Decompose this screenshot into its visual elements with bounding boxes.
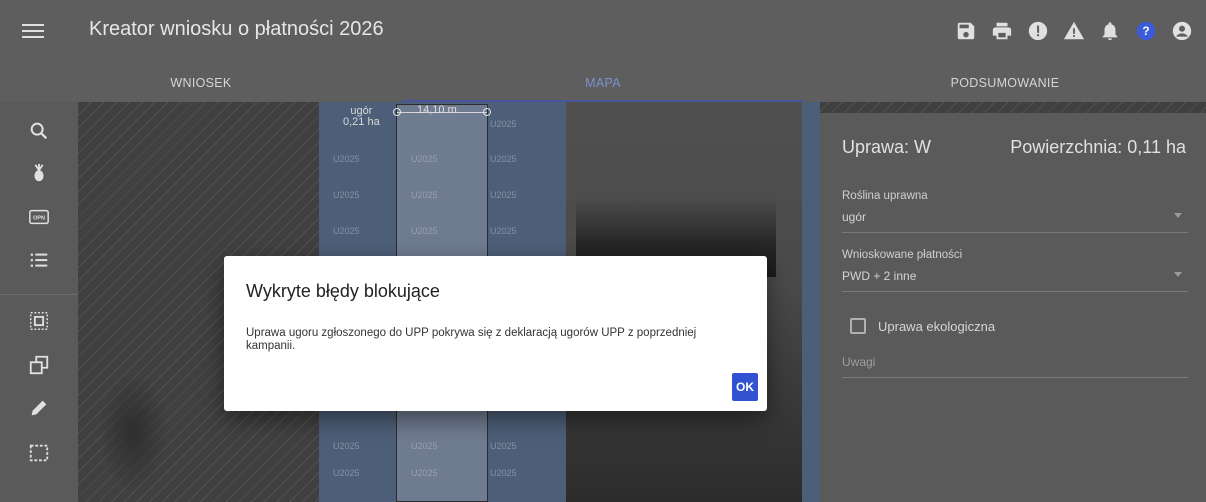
- copy-icon[interactable]: [27, 353, 51, 377]
- error-icon[interactable]: [1020, 18, 1056, 44]
- tab-wniosek[interactable]: WNIOSEK: [0, 62, 402, 102]
- dialog-title: Wykryte błędy blokujące: [246, 281, 440, 301]
- organic-checkbox-label: Uprawa ekologiczna: [878, 318, 996, 334]
- tab-podsumowanie[interactable]: PODSUMOWANIE: [804, 62, 1206, 102]
- ok-button[interactable]: OK: [732, 373, 758, 401]
- warning-icon[interactable]: [1056, 18, 1092, 44]
- chevron-down-icon: [1174, 213, 1182, 218]
- parcel-area-label: 0,21 ha: [343, 116, 380, 128]
- measure-line: 14,10 m: [393, 104, 491, 116]
- main-tabs: WNIOSEK MAPA PODSUMOWANIE: [0, 62, 1206, 102]
- plant-icon[interactable]: [27, 161, 51, 185]
- plot-code-label: U2025: [411, 226, 438, 236]
- map-toolbar: OPN: [0, 102, 78, 502]
- measure-length: 14,10 m: [417, 104, 457, 116]
- select-parcel-icon[interactable]: [27, 309, 51, 333]
- select-area-icon[interactable]: [27, 441, 51, 465]
- measure-end-handle[interactable]: [483, 108, 491, 116]
- plot-code-label: U2025: [490, 468, 517, 478]
- edit-pencil-icon[interactable]: [27, 396, 51, 420]
- organic-checkbox[interactable]: [850, 318, 866, 334]
- crop-select[interactable]: Roślina uprawna ugór: [842, 190, 1188, 233]
- plot-code-label: U2025: [333, 226, 360, 236]
- search-icon[interactable]: [27, 119, 51, 143]
- account-icon[interactable]: [1164, 18, 1200, 44]
- svg-text:?: ?: [1142, 24, 1149, 38]
- plot-code-label: U2025: [490, 119, 517, 129]
- bell-icon[interactable]: [1092, 18, 1128, 44]
- save-icon[interactable]: [948, 18, 984, 44]
- plot-code-label: U2025: [411, 190, 438, 200]
- payments-select-value: PWD + 2 inne: [842, 269, 917, 283]
- tree-shadow: [98, 372, 168, 492]
- crop-select-value: ugór: [842, 210, 867, 224]
- plot-code-label: U2025: [333, 154, 360, 164]
- menu-icon[interactable]: [22, 20, 44, 42]
- parcel-label: ugór 0,21 ha: [343, 106, 380, 128]
- organic-checkbox-row[interactable]: Uprawa ekologiczna: [850, 318, 995, 334]
- app-bar: Kreator wniosku o płatności 2026 ?: [0, 0, 1206, 62]
- plot-code-label: U2025: [333, 190, 360, 200]
- list-icon[interactable]: [27, 248, 51, 272]
- app-actions: ?: [948, 18, 1200, 44]
- crop-select-label: Roślina uprawna: [842, 190, 928, 202]
- crop-properties-panel: Uprawa: W Powierzchnia: 0,11 ha Roślina …: [820, 113, 1206, 502]
- measure-start-handle[interactable]: [393, 108, 401, 116]
- opn-icon[interactable]: OPN: [27, 205, 51, 229]
- notes-input[interactable]: Uwagi: [842, 355, 1188, 378]
- plot-code-label: U2025: [490, 441, 517, 451]
- opn-icon-label: OPN: [33, 215, 45, 221]
- payments-select-label: Wnioskowane płatności: [842, 249, 963, 261]
- parcel-strip[interactable]: [802, 102, 820, 502]
- help-icon[interactable]: ?: [1128, 18, 1164, 44]
- plot-code-label: U2025: [333, 441, 360, 451]
- panel-title: Uprawa: W: [842, 137, 932, 157]
- plot-code-label: U2025: [333, 468, 360, 478]
- app-title: Kreator wniosku o płatności 2026: [89, 18, 384, 40]
- plot-code-label: U2025: [411, 154, 438, 164]
- panel-area: Powierzchnia: 0,11 ha: [1010, 137, 1186, 157]
- plot-code-label: U2025: [490, 226, 517, 236]
- print-icon[interactable]: [984, 18, 1020, 44]
- tab-mapa[interactable]: MAPA: [402, 62, 804, 102]
- payments-select[interactable]: Wnioskowane płatności PWD + 2 inne: [842, 249, 1188, 292]
- toolbar-divider: [0, 294, 78, 295]
- chevron-down-icon: [1174, 272, 1182, 277]
- plot-code-label: U2025: [411, 441, 438, 451]
- blocking-errors-dialog: Wykryte błędy blokujące Uprawa ugoru zgł…: [224, 256, 767, 411]
- plot-code-label: U2025: [411, 468, 438, 478]
- plot-code-label: U2025: [490, 190, 517, 200]
- plot-code-label: U2025: [490, 154, 517, 164]
- dialog-message: Uprawa ugoru zgłoszonego do UPP pokrywa …: [246, 327, 697, 352]
